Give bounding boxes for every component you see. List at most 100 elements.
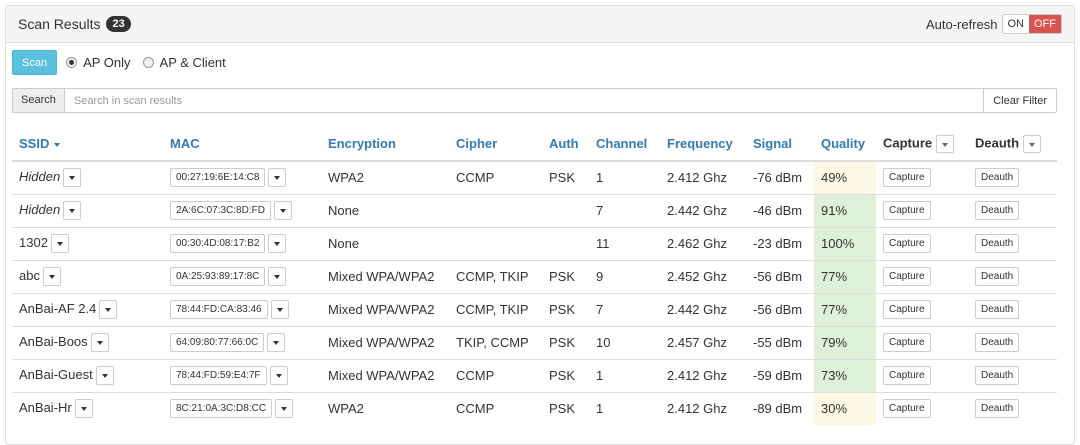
cell-auth: PSK: [542, 259, 589, 293]
toggle-off[interactable]: OFF: [1029, 15, 1061, 33]
mac-text[interactable]: 2A:6C:07:3C:8D:FD: [170, 201, 271, 220]
capture-button[interactable]: Capture: [883, 366, 931, 385]
col-signal[interactable]: Signal: [746, 127, 814, 162]
ssid-text: AnBai-Boos: [19, 333, 88, 349]
cell-channel: 9: [589, 259, 660, 293]
capture-button[interactable]: Capture: [883, 168, 931, 188]
table-row: AnBai-Boos 64:09:80:77:66:0C Mixed WPA/WPA…: [12, 325, 1057, 359]
col-quality[interactable]: Quality: [814, 127, 876, 162]
capture-button[interactable]: Capture: [883, 234, 931, 253]
capture-button[interactable]: Capture: [883, 201, 931, 220]
table-header-row: SSID MAC Encryption Cipher Auth Channel …: [12, 127, 1057, 162]
table-row: Hidden 2A:6C:07:3C:8D:FD None 7 2.442 Ghz -46…: [12, 193, 1057, 227]
cell-channel: 11: [589, 226, 660, 260]
ssid-dropdown-icon[interactable]: [99, 300, 118, 319]
ssid-dropdown-icon[interactable]: [90, 333, 109, 352]
col-encryption[interactable]: Encryption: [321, 127, 449, 162]
table-row: AnBai-AF 2.4 78:44:FD:CA:83:46 Mixed WPA/W…: [12, 292, 1057, 326]
radio-ap-only-circle[interactable]: [66, 57, 78, 68]
cell-capture: Capture: [876, 193, 968, 227]
mac-text[interactable]: 64:09:80:77:66:0C: [170, 333, 265, 352]
col-mac[interactable]: MAC: [163, 127, 321, 162]
cell-deauth: Deauth: [968, 226, 1057, 260]
cell-frequency: 2.462 Ghz: [660, 226, 746, 260]
mac-dropdown-icon[interactable]: [270, 300, 289, 319]
mac-dropdown-icon[interactable]: [275, 399, 294, 419]
auto-refresh: Auto-refresh ON OFF: [926, 14, 1062, 34]
mac-text[interactable]: 0A:25:93:89:17:8C: [170, 267, 266, 286]
cell-capture: Capture: [876, 226, 968, 260]
cell-ssid: AnBai-AF 2.4: [12, 292, 163, 326]
panel-heading: Scan Results 23 Auto-refresh ON OFF: [6, 6, 1074, 43]
scan-button[interactable]: Scan: [12, 50, 58, 75]
cell-signal: -76 dBm: [753, 170, 803, 186]
mac-text[interactable]: 8C:21:0A:3C:D8:CC: [170, 399, 273, 419]
mac-text[interactable]: 00:27:19:6E:14:C8: [170, 168, 266, 188]
cell-frequency: 2.412 Ghz: [667, 170, 727, 186]
col-ssid[interactable]: SSID: [12, 127, 163, 162]
ssid-dropdown-icon[interactable]: [63, 168, 82, 188]
toggle-on[interactable]: ON: [1002, 15, 1029, 33]
deauth-button[interactable]: Deauth: [975, 201, 1020, 220]
capture-button[interactable]: Capture: [883, 267, 931, 286]
ssid-dropdown-icon[interactable]: [63, 201, 82, 220]
capture-button[interactable]: Capture: [883, 333, 931, 352]
scan-results-table: SSID MAC Encryption Cipher Auth Channel …: [12, 127, 1057, 425]
radio-ap-client[interactable]: AP & Client: [142, 55, 226, 70]
cell-cipher: CCMP, TKIP: [449, 259, 542, 293]
capture-button[interactable]: Capture: [883, 399, 931, 419]
ssid-dropdown-icon[interactable]: [50, 234, 69, 253]
radio-ap-only[interactable]: AP Only: [66, 55, 131, 70]
mac-dropdown-icon[interactable]: [268, 267, 287, 286]
cell-mac: 0A:25:93:89:17:8C: [163, 259, 321, 293]
mac-dropdown-icon[interactable]: [269, 366, 288, 385]
cell-auth: PSK: [549, 170, 576, 186]
col-capture: Capture: [876, 127, 968, 162]
deauth-button[interactable]: Deauth: [975, 399, 1020, 419]
cell-quality: 30%: [814, 391, 876, 425]
col-auth[interactable]: Auth: [542, 127, 589, 162]
deauth-button[interactable]: Deauth: [975, 267, 1020, 286]
cell-capture: Capture: [876, 358, 968, 392]
auto-refresh-toggle[interactable]: ON OFF: [1001, 14, 1062, 34]
search-input[interactable]: [64, 89, 984, 112]
deauth-dropdown-icon[interactable]: [1023, 134, 1042, 153]
cell-ssid: AnBai-Guest: [12, 358, 163, 392]
ssid-dropdown-icon[interactable]: [95, 366, 114, 385]
deauth-button[interactable]: Deauth: [975, 234, 1020, 253]
cell-encryption: WPA2: [321, 391, 449, 425]
radio-ap-client-circle[interactable]: [142, 57, 154, 68]
ssid-text: AnBai-AF 2.4: [19, 300, 97, 316]
col-frequency[interactable]: Frequency: [660, 127, 746, 162]
sort-caret-icon: [54, 142, 61, 147]
cell-deauth: Deauth: [968, 391, 1057, 425]
panel-title-text: Scan Results: [18, 16, 101, 32]
mac-dropdown-icon[interactable]: [267, 333, 286, 352]
cell-mac: 2A:6C:07:3C:8D:FD: [163, 193, 321, 227]
capture-dropdown-icon[interactable]: [936, 134, 955, 153]
deauth-button[interactable]: Deauth: [975, 333, 1020, 352]
cell-auth: [542, 226, 589, 260]
mac-text[interactable]: 78:44:FD:59:E4:7F: [170, 366, 267, 385]
cell-mac: 78:44:FD:CA:83:46: [163, 292, 321, 326]
clear-filter-button[interactable]: Clear Filter: [983, 89, 1056, 112]
mac-dropdown-icon[interactable]: [268, 234, 287, 253]
deauth-button[interactable]: Deauth: [975, 168, 1020, 188]
ssid-dropdown-icon[interactable]: [42, 267, 61, 286]
ssid-dropdown-icon[interactable]: [74, 399, 93, 419]
panel-title: Scan Results 23: [18, 16, 131, 32]
mac-dropdown-icon[interactable]: [268, 168, 287, 188]
ssid-text: Hidden: [19, 169, 61, 185]
mac-dropdown-icon[interactable]: [273, 201, 292, 220]
deauth-button[interactable]: Deauth: [975, 366, 1020, 385]
capture-button[interactable]: Capture: [883, 300, 931, 319]
col-cipher[interactable]: Cipher: [449, 127, 542, 162]
cell-mac: 8C:21:0A:3C:D8:CC: [163, 391, 321, 425]
auto-refresh-label: Auto-refresh: [925, 16, 998, 32]
col-channel[interactable]: Channel: [589, 127, 660, 162]
mac-text[interactable]: 00:30:4D:08:17:B2: [170, 234, 266, 253]
deauth-button[interactable]: Deauth: [975, 300, 1020, 319]
mac-text[interactable]: 78:44:FD:CA:83:46: [170, 300, 268, 319]
ssid-text: Hidden: [19, 201, 61, 217]
scan-controls: Scan AP Only AP & Client: [12, 50, 226, 75]
